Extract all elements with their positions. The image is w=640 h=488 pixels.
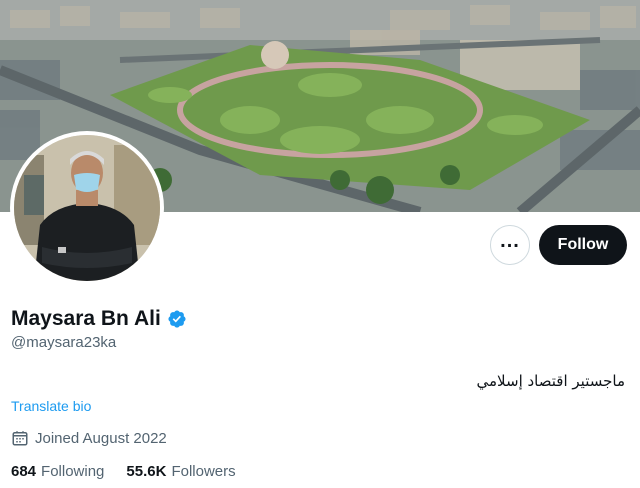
calendar-icon — [11, 429, 29, 447]
follow-button[interactable]: Follow — [539, 225, 627, 265]
followers-label: Followers — [171, 463, 236, 480]
avatar-photo — [14, 135, 160, 281]
joined-date: Joined August 2022 — [11, 429, 167, 447]
display-name-text: Maysara Bn Ali — [11, 307, 161, 330]
profile-stats: 684 Following 55.6K Followers — [11, 463, 236, 480]
following-label: Following — [41, 463, 105, 480]
more-options-button[interactable]: ... — [490, 225, 530, 265]
followers-link[interactable]: 55.6K Followers — [126, 463, 235, 480]
verified-badge-icon[interactable] — [167, 309, 187, 329]
more-horizontal-icon: ... — [500, 230, 520, 252]
following-link[interactable]: 684 Following — [11, 463, 104, 480]
display-name: Maysara Bn Ali — [11, 305, 187, 333]
profile-handle: @maysara23ka — [11, 334, 117, 351]
profile-bio: ماجستير اقتصاد إسلامي — [476, 372, 625, 390]
following-count: 684 — [11, 463, 37, 480]
translate-bio-link[interactable]: Translate bio — [11, 398, 91, 414]
joined-text: Joined August 2022 — [35, 429, 167, 447]
avatar[interactable] — [10, 131, 164, 285]
followers-count: 55.6K — [126, 463, 167, 480]
